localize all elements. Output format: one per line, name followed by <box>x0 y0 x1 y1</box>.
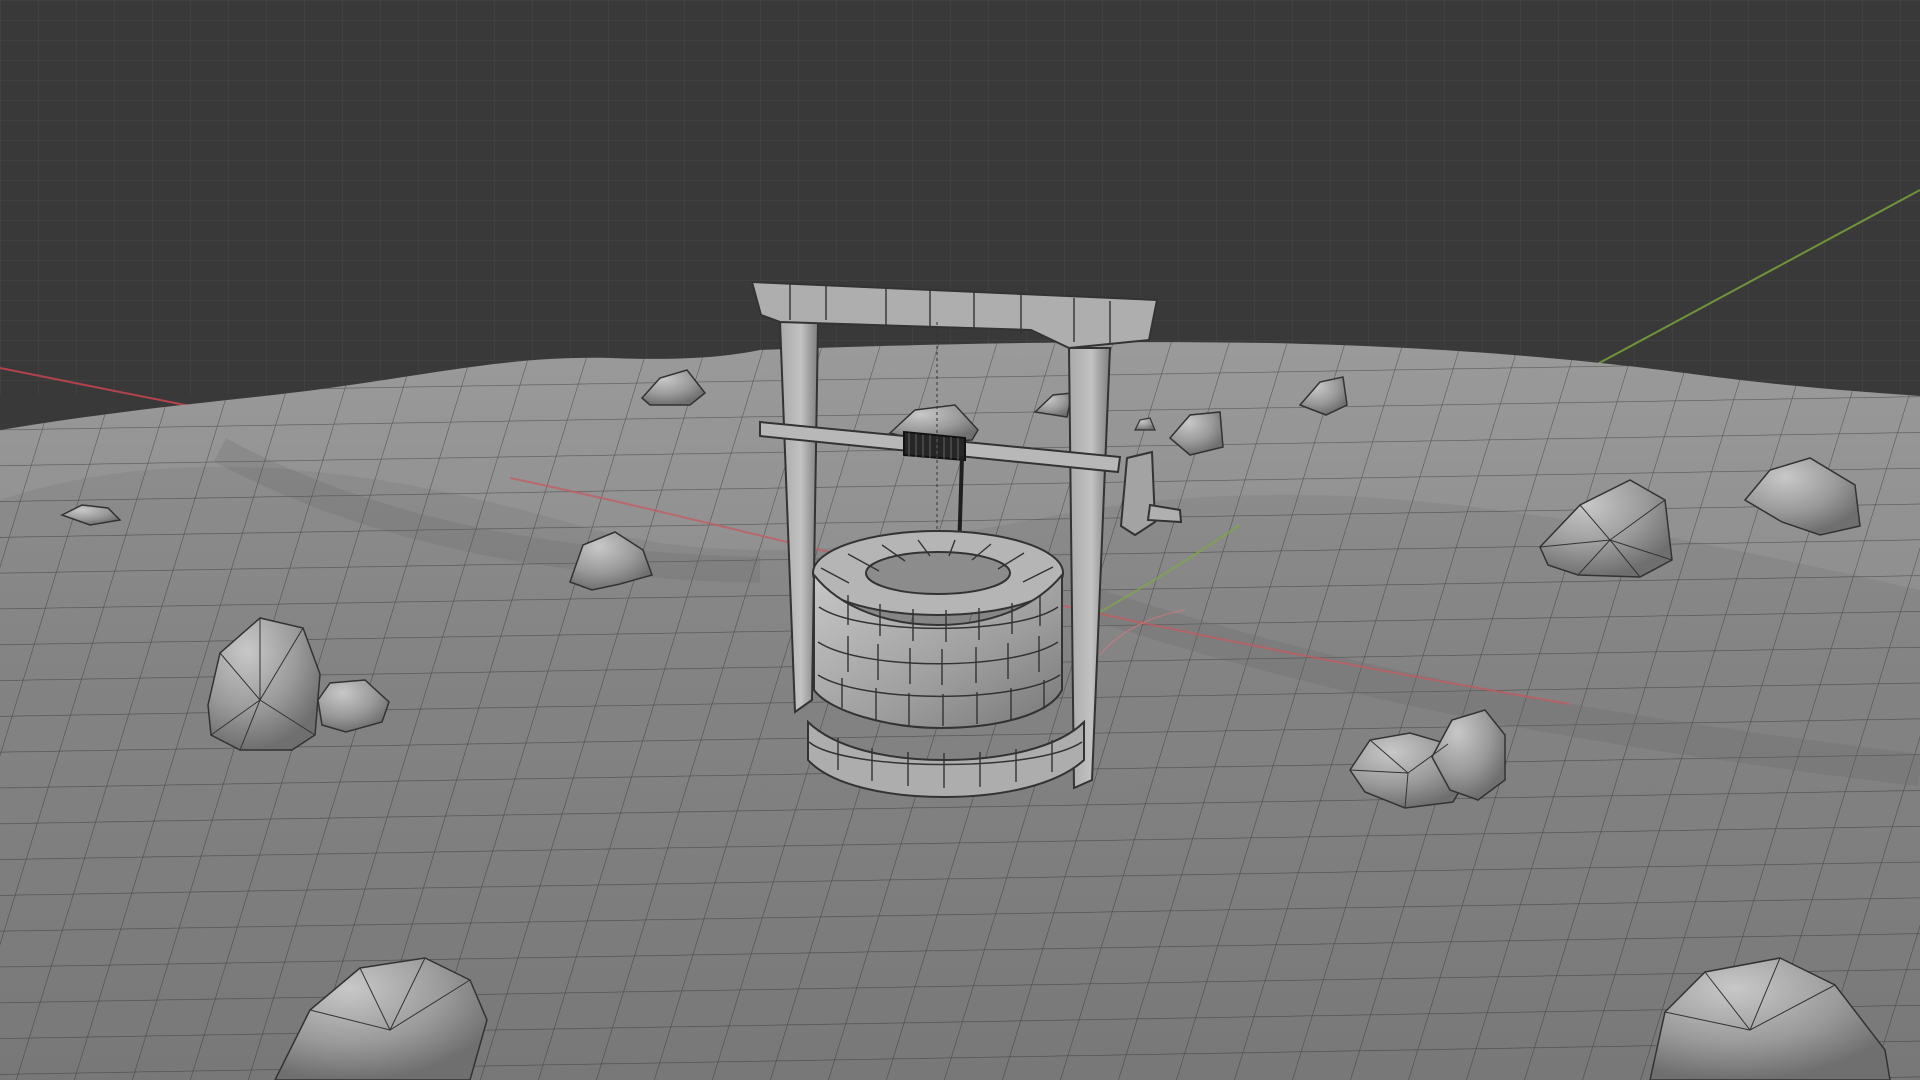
well-opening <box>865 551 1011 595</box>
rope-spool[interactable] <box>903 430 966 462</box>
3d-viewport[interactable] <box>0 0 1920 1080</box>
floor-grid <box>0 0 1920 395</box>
crank-handle[interactable] <box>1119 450 1157 537</box>
viewport-render <box>0 0 1920 1080</box>
